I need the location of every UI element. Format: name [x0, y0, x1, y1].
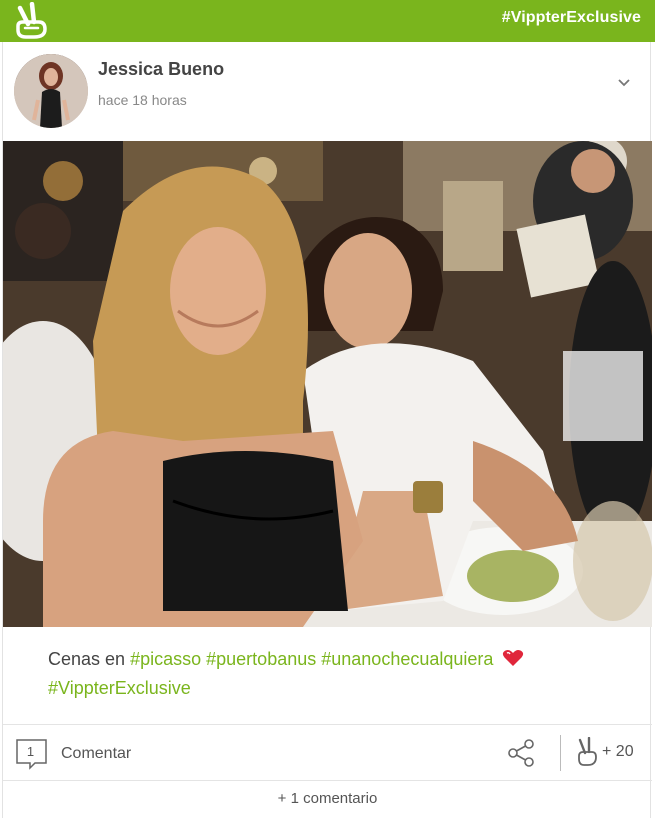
victory-hand-icon	[578, 737, 597, 766]
hashtag-link[interactable]: #unanochecualquiera	[321, 649, 493, 669]
share-icon[interactable]	[506, 738, 536, 768]
post-card: Jessica Bueno hace 18 horas Cenas en #pi…	[2, 42, 652, 818]
post-caption: Cenas en #picasso #puertobanus #unanoche…	[48, 645, 608, 703]
comment-count: 1	[26, 744, 35, 759]
hashtag-link[interactable]: #puertobanus	[206, 649, 316, 669]
divider	[3, 724, 652, 725]
divider	[560, 735, 561, 771]
comment-label: Comentar	[61, 745, 132, 762]
victory-hand-logo-icon[interactable]	[12, 2, 54, 40]
divider	[3, 780, 652, 781]
more-comments-link[interactable]: + 1 comentario	[3, 790, 652, 807]
header-hashtag[interactable]: #VippterExclusive	[502, 9, 641, 27]
hashtag-link[interactable]: #picasso	[130, 649, 201, 669]
avatar[interactable]	[14, 54, 88, 128]
top-bar: #VippterExclusive	[0, 0, 655, 42]
comment-button[interactable]: 1 Comentar	[15, 738, 132, 770]
author-name[interactable]: Jessica Bueno	[98, 59, 224, 80]
post-timestamp: hace 18 horas	[98, 92, 187, 108]
heart-icon	[503, 650, 524, 666]
comment-bubble-icon: 1	[15, 738, 49, 770]
hashtag-link[interactable]: #VippterExclusive	[48, 678, 191, 698]
chevron-down-icon[interactable]	[616, 75, 632, 91]
vote-button[interactable]: + 20	[575, 736, 634, 768]
post-photo[interactable]	[3, 141, 652, 627]
caption-text: Cenas en	[48, 649, 126, 669]
vote-count: + 20	[602, 743, 634, 760]
